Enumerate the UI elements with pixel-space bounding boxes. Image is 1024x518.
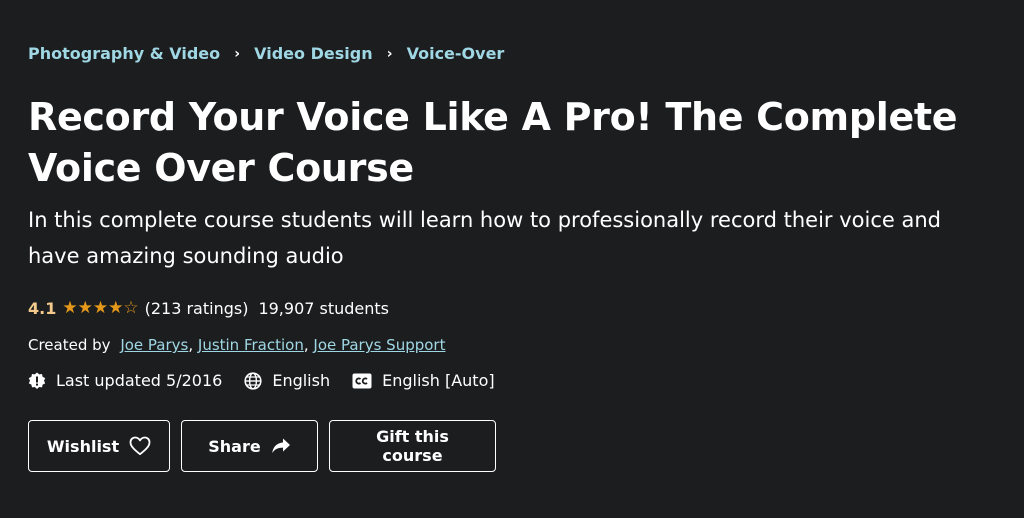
language: English (244, 371, 330, 390)
share-label: Share (208, 436, 261, 456)
breadcrumb: Photography & Video › Video Design › Voi… (28, 44, 504, 63)
rating-value: 4.1 (28, 298, 57, 318)
captions: English [Auto] (352, 371, 495, 390)
heart-icon (129, 436, 151, 456)
last-updated-text: Last updated 5/2016 (56, 371, 223, 390)
star-filled-icon: ★ (62, 298, 78, 318)
last-updated: Last updated 5/2016 (28, 371, 222, 390)
author-separator: , (188, 336, 198, 354)
alert-badge-icon (28, 372, 46, 389)
chevron-right-icon: › (386, 45, 393, 62)
course-subtitle: In this complete course students will le… (28, 208, 941, 268)
action-buttons: Wishlist Share Gift this course (28, 420, 507, 472)
star-rating: ★★★★☆ (62, 298, 138, 318)
captions-text: English [Auto] (382, 371, 495, 390)
created-by: Created by Joe Parys, Justin Fraction, J… (28, 336, 445, 354)
share-button[interactable]: Share (181, 420, 318, 472)
rating-row: 4.1 ★★★★☆ (213 ratings) 19,907 students (28, 298, 389, 318)
created-by-label: Created by (28, 336, 111, 354)
breadcrumb-link-photography-video[interactable]: Photography & Video (28, 44, 220, 63)
star-filled-icon: ★ (108, 298, 124, 318)
star-filled-icon: ★ (77, 298, 93, 318)
author-link[interactable]: Joe Parys (120, 336, 188, 354)
author-link[interactable]: Joe Parys Support (313, 336, 445, 354)
author-link[interactable]: Justin Fraction (198, 336, 304, 354)
breadcrumb-link-voice-over[interactable]: Voice-Over (407, 44, 505, 63)
chevron-right-icon: › (234, 45, 241, 62)
star-empty-icon: ☆ (123, 298, 139, 318)
wishlist-label: Wishlist (46, 436, 120, 456)
course-title: Record Your Voice Like A Pro! The Comple… (28, 95, 958, 190)
wishlist-button[interactable]: Wishlist (28, 420, 170, 472)
language-text: English (272, 371, 331, 390)
star-filled-icon: ★ (92, 298, 109, 318)
globe-icon (244, 371, 262, 390)
author-separator: , (303, 336, 314, 354)
share-arrow-icon (271, 438, 290, 453)
gift-course-button[interactable]: Gift this course (329, 420, 496, 472)
breadcrumb-link-video-design[interactable]: Video Design (254, 44, 372, 63)
ratings-count-link[interactable]: (213 ratings) (145, 299, 249, 318)
students-count: 19,907 students (258, 298, 390, 318)
closed-captions-icon (352, 373, 372, 388)
course-meta: Last updated 5/2016 English English [Aut… (28, 371, 517, 390)
